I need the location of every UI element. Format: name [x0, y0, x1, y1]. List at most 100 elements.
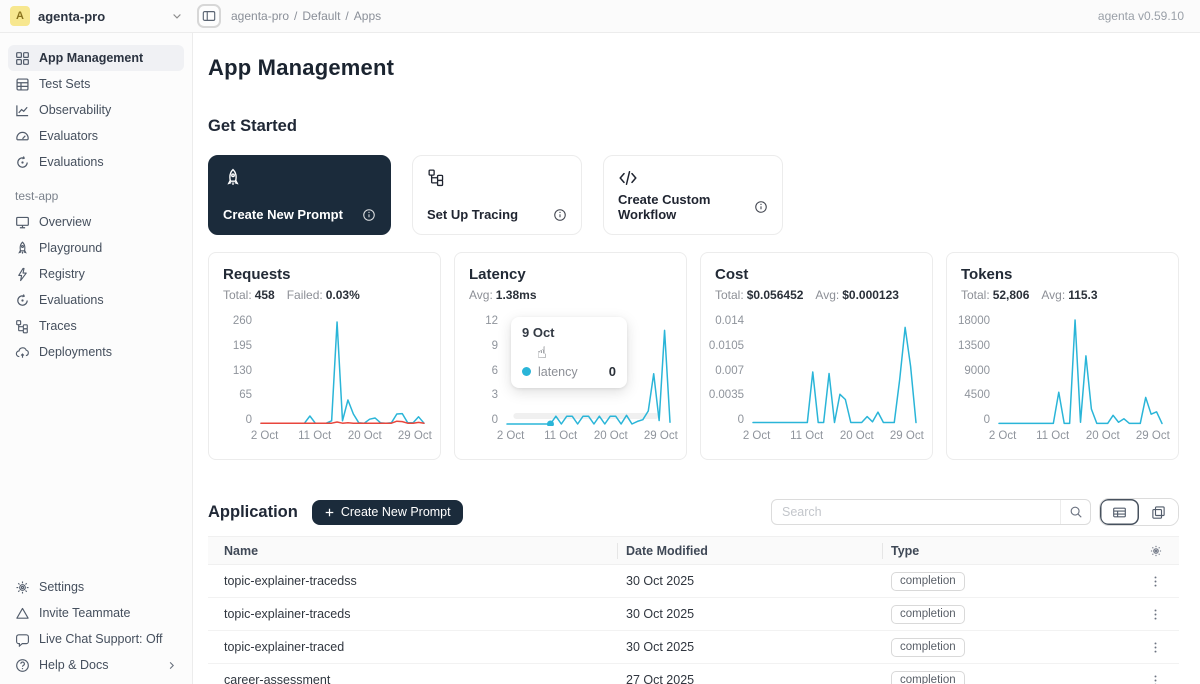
sidebar-item-label: Evaluators — [39, 129, 98, 143]
table-view-button[interactable] — [1100, 499, 1139, 525]
sidebar-item-label: Deployments — [39, 345, 112, 359]
create-new-prompt-button[interactable]: Create New Prompt — [312, 500, 463, 525]
trace-tree-icon — [15, 319, 30, 334]
tooltip-date: 9 Oct — [522, 325, 616, 340]
tooltip-series-label: latency — [538, 365, 578, 379]
table-row[interactable]: topic-explainer-traced 30 Oct 2025 compl… — [208, 631, 1179, 664]
get-started-cards: Create New Prompt Set Up Tracing Create … — [208, 155, 1179, 235]
create-new-prompt-card[interactable]: Create New Prompt — [208, 155, 391, 235]
sidebar-toggle-button[interactable] — [197, 4, 221, 28]
sidebar-app-section-label: test-app — [15, 189, 192, 203]
latency-metric-card: Latency Avg:1.38ms 129630 2 Oct11 Oct20 … — [454, 252, 687, 460]
lightning-icon — [15, 267, 30, 282]
panel-toggle-icon — [202, 9, 216, 23]
breadcrumb-item[interactable]: agenta-pro — [231, 9, 289, 23]
metric-title: Latency — [469, 266, 672, 283]
app-name: career-assessment — [208, 673, 618, 684]
test-sets-icon — [15, 77, 30, 92]
sidebar-item-traces[interactable]: Traces — [8, 313, 184, 339]
sidebar-item-evaluations-app[interactable]: Evaluations — [8, 287, 184, 313]
breadcrumb-item[interactable]: Apps — [354, 9, 381, 23]
app-date-modified: 30 Oct 2025 — [618, 607, 883, 621]
sidebar-item-overview[interactable]: Overview — [8, 209, 184, 235]
kebab-menu-icon[interactable] — [1149, 674, 1162, 684]
info-icon[interactable] — [754, 200, 768, 214]
breadcrumb-separator: / — [345, 9, 348, 23]
rocket-icon — [223, 168, 376, 188]
sidebar-item-label: Test Sets — [39, 77, 90, 91]
metric-stats: Total:458 Failed:0.03% — [223, 288, 426, 302]
x-axis-labels: 2 Oct11 Oct20 Oct29 Oct — [259, 430, 426, 445]
type-badge: completion — [891, 671, 965, 684]
sidebar-item-label: Settings — [39, 580, 84, 594]
sidebar-item-invite-teammate[interactable]: Invite Teammate — [8, 600, 184, 626]
table-view-icon — [1112, 505, 1127, 520]
metric-title: Cost — [715, 266, 918, 283]
table-header: Name Date Modified Type — [208, 537, 1179, 565]
kebab-menu-icon[interactable] — [1149, 641, 1162, 654]
sidebar-item-evaluations[interactable]: Evaluations — [8, 149, 184, 175]
tokens-chart — [997, 314, 1164, 426]
sidebar-item-playground[interactable]: Playground — [8, 235, 184, 261]
tokens-metric-card: Tokens Total:52,806 Avg:115.3 1800013500… — [946, 252, 1179, 460]
column-header-date-modified: Date Modified — [618, 544, 883, 558]
sidebar-item-app-management[interactable]: App Management — [8, 45, 184, 71]
sidebar-item-test-sets[interactable]: Test Sets — [8, 71, 184, 97]
metrics-row: Requests Total:458 Failed:0.03% 26019513… — [208, 252, 1179, 460]
info-icon[interactable] — [362, 208, 376, 222]
app-date-modified: 30 Oct 2025 — [618, 640, 883, 654]
sidebar-item-label: Invite Teammate — [39, 606, 130, 620]
code-icon — [618, 168, 768, 188]
workspace-name: agenta-pro — [38, 9, 105, 24]
breadcrumb-item[interactable]: Default — [302, 9, 340, 23]
info-icon[interactable] — [553, 208, 567, 222]
application-header: Application Create New Prompt — [208, 498, 1179, 526]
sidebar-item-live-chat[interactable]: Live Chat Support: Off — [8, 626, 184, 652]
table-row[interactable]: topic-explainer-tracedss 30 Oct 2025 com… — [208, 565, 1179, 598]
sidebar-item-label: Observability — [39, 103, 111, 117]
type-badge: completion — [891, 605, 965, 624]
application-title: Application — [208, 503, 298, 522]
search-input[interactable] — [772, 505, 1060, 519]
kebab-menu-icon[interactable] — [1149, 575, 1162, 588]
search-box — [771, 499, 1091, 525]
tooltip-value: 0 — [609, 364, 616, 379]
search-icon[interactable] — [1060, 500, 1090, 524]
column-settings-gear-icon[interactable] — [1149, 544, 1163, 558]
card-label: Set Up Tracing — [427, 207, 518, 222]
sidebar-item-evaluators[interactable]: Evaluators — [8, 123, 184, 149]
set-up-tracing-card[interactable]: Set Up Tracing — [412, 155, 582, 235]
chevron-right-icon — [166, 660, 177, 671]
sidebar-item-deployments[interactable]: Deployments — [8, 339, 184, 365]
help-icon — [15, 658, 30, 673]
grid-icon — [15, 51, 30, 66]
app-name: topic-explainer-traced — [208, 640, 618, 654]
sidebar: App Management Test Sets Observability E… — [0, 33, 193, 684]
chat-icon — [15, 632, 30, 647]
type-badge: completion — [891, 638, 965, 657]
metric-stats: Total:$0.056452 Avg:$0.000123 — [715, 288, 918, 302]
type-badge: completion — [891, 572, 965, 591]
get-started-title: Get Started — [208, 117, 1179, 136]
card-view-button[interactable] — [1139, 499, 1178, 525]
sidebar-item-observability[interactable]: Observability — [8, 97, 184, 123]
top-bar: A agenta-pro agenta-pro / Default / Apps… — [0, 0, 1200, 33]
y-axis-labels: 0.0140.01050.0070.00350 — [715, 314, 751, 426]
plus-icon — [324, 507, 335, 518]
column-header-name: Name — [208, 544, 618, 558]
card-view-icon — [1151, 505, 1166, 520]
card-label: Create Custom Workflow — [618, 192, 754, 222]
sidebar-item-settings[interactable]: Settings — [8, 574, 184, 600]
sidebar-item-registry[interactable]: Registry — [8, 261, 184, 287]
hand-cursor-icon: ☝ — [537, 343, 547, 362]
table-row[interactable]: career-assessment 27 Oct 2025 completion — [208, 664, 1179, 684]
sidebar-item-help-docs[interactable]: Help & Docs — [8, 652, 184, 678]
sidebar-item-label: Help & Docs — [39, 658, 108, 672]
workspace-selector[interactable]: A agenta-pro — [0, 6, 193, 26]
breadcrumb[interactable]: agenta-pro / Default / Apps — [231, 9, 381, 23]
sidebar-bottom-group: Settings Invite Teammate Live Chat Suppo… — [0, 574, 192, 684]
create-custom-workflow-card[interactable]: Create Custom Workflow — [603, 155, 783, 235]
kebab-menu-icon[interactable] — [1149, 608, 1162, 621]
table-row[interactable]: topic-explainer-traceds 30 Oct 2025 comp… — [208, 598, 1179, 631]
sidebar-item-label: Evaluations — [39, 293, 104, 307]
